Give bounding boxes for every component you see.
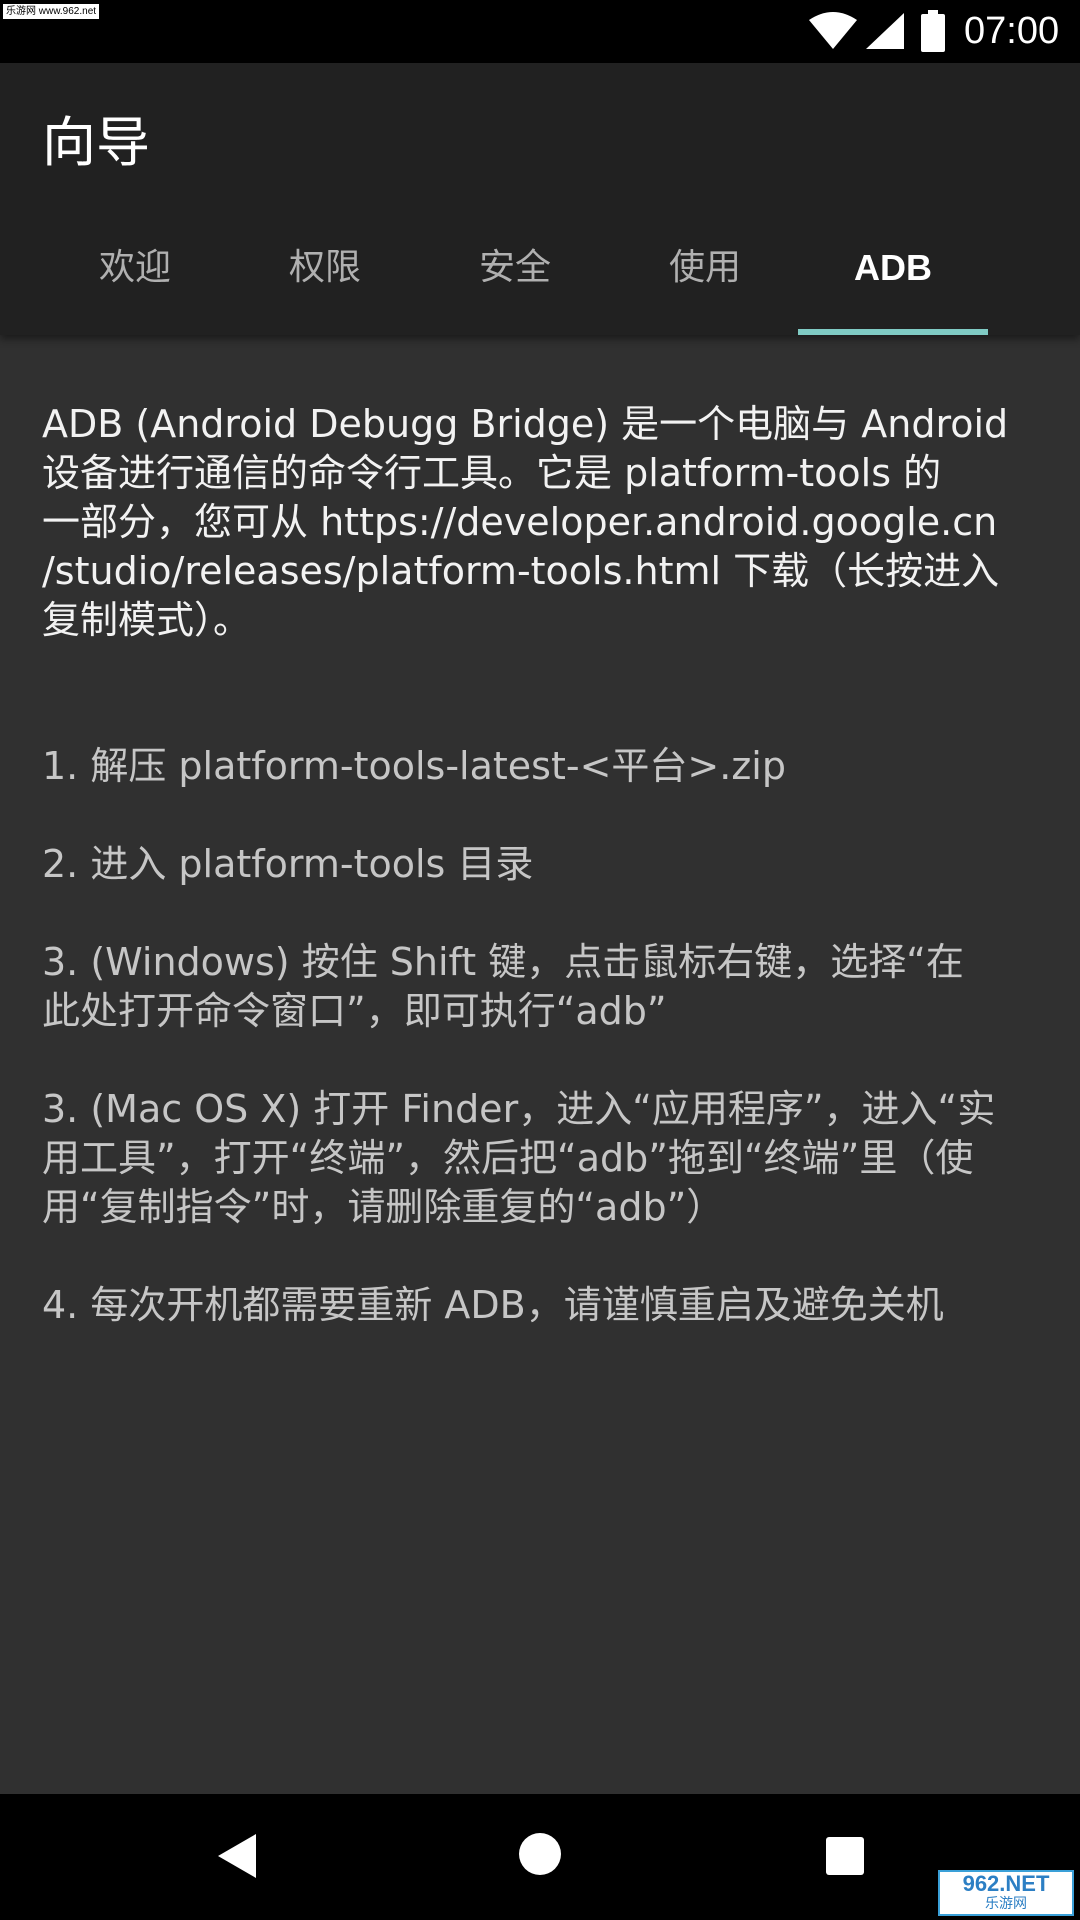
adb-instructions: ADB (Android Debugg Bridge) 是一个电脑与 Andro… — [42, 400, 1042, 1379]
step-windows: 3. (Windows) 按住 Shift 键，点击鼠标右键，选择“在 此处打开… — [42, 938, 1042, 1036]
step-line: 2. 进入 platform-tools 目录 — [42, 842, 534, 886]
step-enter-directory: 2. 进入 platform-tools 目录 — [42, 840, 1042, 889]
tab-security[interactable]: 安全 — [420, 233, 610, 335]
intro-line: 设备进行通信的命令行工具。它是 platform-tools 的 — [42, 451, 942, 495]
step-line: 1. 解压 platform-tools-latest-<平台>.zip — [42, 744, 786, 788]
step-line: 用工具”，打开“终端”，然后把“adb”拖到“终端”里（使 — [42, 1136, 974, 1180]
intro-line: ADB (Android Debugg Bridge) 是一个电脑与 Andro… — [42, 402, 1009, 446]
step-line: 此处打开命令窗口”，即可执行“adb” — [42, 989, 667, 1033]
app-bar: 向导 欢迎 权限 安全 使用 ADB — [0, 63, 1080, 335]
battery-icon — [920, 10, 946, 56]
back-icon[interactable] — [214, 1832, 258, 1884]
page-title: 向导 — [42, 111, 150, 174]
step-mac: 3. (Mac OS X) 打开 Finder，进入“应用程序”，进入“实 用工… — [42, 1085, 1042, 1232]
tab-indicator — [798, 329, 988, 335]
wifi-icon — [808, 12, 858, 54]
watermark-logo: 962.NET 乐游网 — [938, 1870, 1074, 1916]
step-line: 3. (Windows) 按住 Shift 键，点击鼠标右键，选择“在 — [42, 940, 964, 984]
tab-welcome[interactable]: 欢迎 — [40, 233, 230, 335]
intro-line: 一部分，您可从 https://developer.android.google… — [42, 500, 998, 544]
tab-bar: 欢迎 权限 安全 使用 ADB — [40, 233, 1040, 335]
tab-permissions[interactable]: 权限 — [230, 233, 420, 335]
watermark-logo-text: 962.NET — [962, 1871, 1050, 1896]
intro-line: /studio/releases/platform-tools.html 下载（… — [42, 549, 1000, 593]
step-unzip: 1. 解压 platform-tools-latest-<平台>.zip — [42, 742, 1042, 791]
tab-adb[interactable]: ADB — [798, 233, 988, 335]
step-line: 3. (Mac OS X) 打开 Finder，进入“应用程序”，进入“实 — [42, 1087, 996, 1131]
step-line: 用“复制指令”时，请删除重复的“adb”） — [42, 1185, 725, 1229]
step-line: 4. 每次开机都需要重新 ADB，请谨慎重启及避免关机 — [42, 1283, 944, 1327]
tab-adb-label: ADB — [854, 247, 932, 288]
signal-icon — [864, 12, 906, 54]
intro-paragraph[interactable]: ADB (Android Debugg Bridge) 是一个电脑与 Andro… — [42, 400, 1042, 645]
step-reboot-warning: 4. 每次开机都需要重新 ADB，请谨慎重启及避免关机 — [42, 1281, 1042, 1330]
screen: 乐游网 www.962.net 07:00 向导 欢迎 权限 安全 使用 ADB… — [0, 0, 1080, 1920]
intro-line: 复制模式）。 — [42, 598, 252, 642]
status-bar: 乐游网 www.962.net 07:00 — [0, 0, 1080, 63]
navigation-bar: 962.NET 乐游网 — [0, 1794, 1080, 1920]
tab-usage[interactable]: 使用 — [610, 233, 800, 335]
watermark-logo-subtext: 乐游网 — [985, 1896, 1027, 1912]
watermark-top: 乐游网 www.962.net — [3, 4, 100, 19]
clock: 07:00 — [964, 10, 1060, 52]
home-icon[interactable] — [518, 1832, 562, 1880]
recents-icon[interactable] — [825, 1836, 865, 1880]
